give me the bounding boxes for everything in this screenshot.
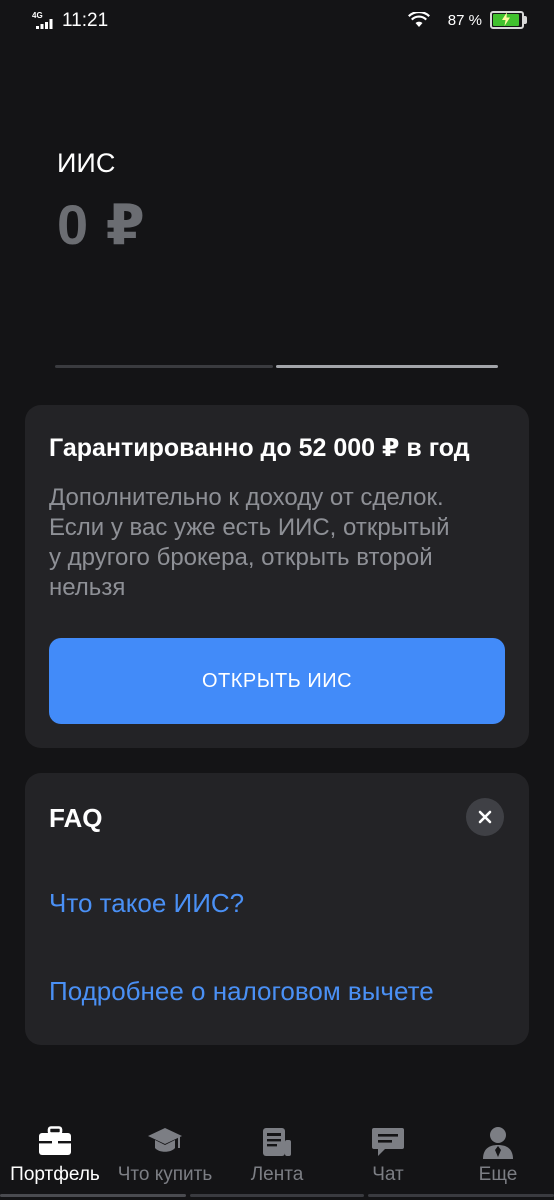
bottom-navigation: Портфель Что купить Лента Чат Еще (0, 1118, 554, 1200)
page-indicator-segment-1 (55, 365, 273, 368)
nav-underline (0, 1194, 186, 1197)
briefcase-icon (39, 1126, 71, 1155)
promo-title: Гарантированно до 52 000 ₽ в год (49, 434, 470, 462)
promo-description-line: Дополнительно к доходу от сделок. (49, 484, 444, 511)
cellular-signal-icon: 4G (32, 11, 56, 31)
promo-description: Дополнительно к доходу от сделок. Если у… (49, 483, 499, 603)
promo-description-line: у другого брокера, открыть второй (49, 544, 433, 571)
nav-item-chat[interactable]: Чат (333, 1118, 443, 1200)
wifi-icon (407, 12, 430, 27)
nav-item-feed[interactable]: Лента (222, 1118, 332, 1200)
account-name: ИИС (57, 148, 116, 178)
nav-underline (190, 1194, 364, 1197)
open-iis-button[interactable]: ОТКРЫТЬ ИИС (49, 638, 505, 724)
iis-promo-card: Гарантированно до 52 000 ₽ в год Дополни… (25, 405, 529, 748)
nav-item-portfolio[interactable]: Портфель (0, 1118, 110, 1200)
promo-description-line: Если у вас уже есть ИИС, открытый (49, 514, 450, 541)
status-right: 87 % (407, 11, 527, 29)
profile-icon (483, 1127, 513, 1159)
nav-underline (368, 1194, 554, 1197)
account-balance: 0 ₽ (57, 193, 146, 256)
faq-link-what-is-iis[interactable]: Что такое ИИС? (49, 888, 244, 919)
battery-icon (490, 11, 527, 29)
status-left: 4G 11:21 (32, 10, 108, 32)
nav-label: Еще (478, 1164, 518, 1185)
newspaper-icon (263, 1128, 291, 1156)
page-indicator-segment-2 (276, 365, 498, 368)
faq-card: FAQ Что такое ИИС? Подробнее о налоговом… (25, 773, 529, 1045)
nav-item-more[interactable]: Еще (443, 1118, 553, 1200)
status-time: 11:21 (62, 10, 109, 31)
promo-description-line: нельзя (49, 574, 126, 601)
chat-icon (372, 1128, 404, 1156)
page-indicator (55, 365, 498, 368)
graduation-cap-icon (148, 1128, 182, 1152)
faq-title: FAQ (49, 803, 103, 833)
nav-item-what-to-buy[interactable]: Что купить (110, 1118, 220, 1200)
faq-close-button[interactable] (466, 798, 504, 836)
faq-link-tax-deduction[interactable]: Подробнее о налоговом вычете (49, 976, 434, 1007)
battery-percentage: 87 % (447, 11, 482, 29)
close-icon (478, 810, 492, 824)
status-bar: 4G 11:21 87 % (0, 0, 554, 44)
